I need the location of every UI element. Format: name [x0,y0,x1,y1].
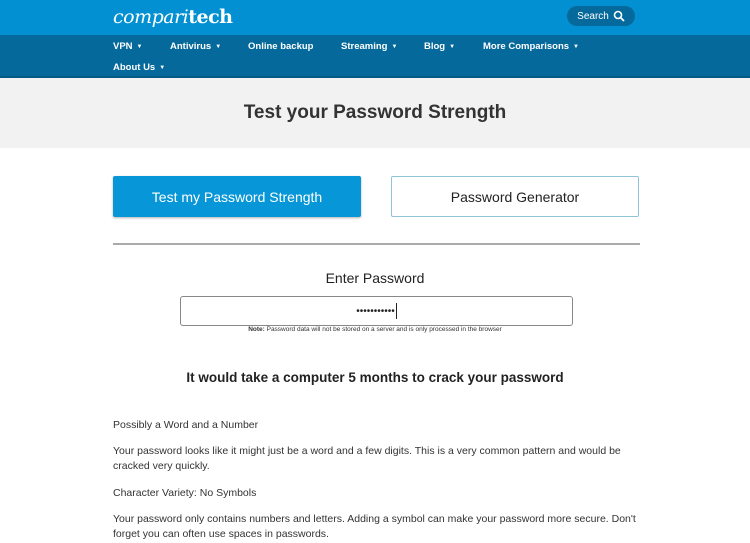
divider [113,243,640,245]
chevron-down-icon: ▼ [136,43,143,50]
crack-time-headline: It would take a computer 5 months to cra… [186,370,564,385]
nav-label: Online backup [248,41,314,52]
main-nav: VPN ▼ Antivirus ▼ Online backup Streaming ▼… [0,35,750,78]
chevron-down-icon: ▼ [215,43,222,50]
test-password-strength-tab[interactable]: Test my Password Strength [113,176,361,217]
chevron-down-icon: ▼ [391,43,398,50]
nav-label: Antivirus [170,41,212,52]
nav-label: VPN [113,41,133,52]
nav-item-vpn[interactable]: VPN ▼ [113,41,143,52]
password-generator-tab[interactable]: Password Generator [391,176,639,217]
nav-item-about-us[interactable]: About Us ▼ [113,62,165,73]
nav-item-streaming[interactable]: Streaming ▼ [341,41,397,52]
nav-label: More Comparisons [483,41,570,52]
search-label: Search [577,10,609,22]
main-content: Test my Password Strength Password Gener… [0,148,750,543]
password-masked-value: ••••••••••• [356,305,395,317]
hero-banner: Test your Password Strength [0,78,750,148]
nav-item-antivirus[interactable]: Antivirus ▼ [170,41,221,52]
logo-text-bold: tech [188,6,233,28]
chevron-down-icon: ▼ [159,64,166,71]
top-bar: comparitech Search [0,0,750,35]
text-cursor [395,303,397,319]
chevron-down-icon: ▼ [573,43,579,50]
nav-label: Streaming [341,41,388,52]
finding-title: Possibly a Word and a Number [113,419,259,431]
logo-text-light: compari [113,6,189,28]
note-label: Note: [248,326,265,333]
privacy-note: Note: Password data will not be stored o… [0,326,750,333]
search-button[interactable]: Search [567,6,635,26]
search-icon [613,10,625,22]
chevron-down-icon: ▼ [449,43,456,50]
nav-label: About Us [113,62,156,73]
enter-password-label: Enter Password [325,270,425,286]
comparitech-logo[interactable]: comparitech [113,6,233,28]
nav-label: Blog [424,41,446,52]
password-input[interactable]: ••••••••••• [180,296,573,326]
page-title: Test your Password Strength [243,102,507,123]
nav-item-more-comparisons[interactable]: More Comparisons ▼ [483,41,579,52]
note-text: Password data will not be stored on a se… [264,326,502,333]
nav-item-blog[interactable]: Blog ▼ [424,41,455,52]
finding-body: Your password looks like it might just b… [113,445,621,472]
nav-item-online-backup[interactable]: Online backup [248,41,313,52]
finding-title: Character Variety: No Symbols [113,487,257,499]
finding-body: Your password only contains numbers and … [113,513,636,540]
